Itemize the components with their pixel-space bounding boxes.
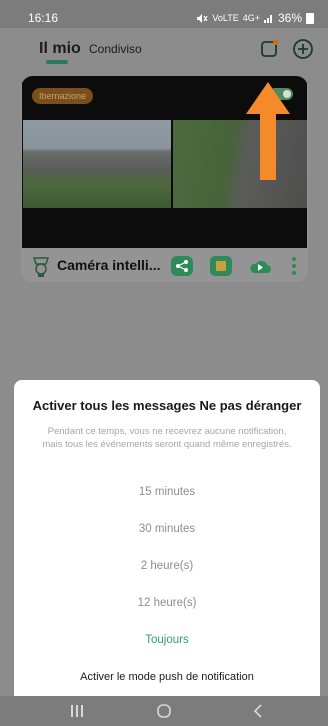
more-icon[interactable] (290, 256, 298, 276)
app-header: Il mio Condiviso (0, 28, 328, 72)
sheet-title: Activer tous les messages Ne pas dérange… (32, 398, 302, 413)
tab-shared[interactable]: Condiviso (89, 42, 142, 56)
card-footer: Caméra intelli... (21, 250, 308, 282)
do-not-disturb-sheet: Activer tous les messages Ne pas dérange… (14, 380, 320, 696)
notification-card-icon[interactable] (257, 36, 283, 62)
option-2-hours[interactable]: 2 heure(s) (14, 560, 320, 572)
annotation-arrow-icon (246, 82, 290, 180)
recent-apps-icon[interactable] (69, 704, 85, 718)
navigation-bar (0, 696, 328, 726)
push-mode-button[interactable]: Activer le mode push de notification (14, 671, 320, 683)
camera-logo-icon (32, 257, 50, 277)
battery-icon (306, 12, 314, 24)
gallery-icon[interactable] (210, 256, 232, 276)
volte-label: VoLTE (212, 13, 239, 23)
status-right: VoLTE 4G+ 36% (196, 11, 314, 25)
mute-icon (197, 13, 208, 23)
option-30-minutes[interactable]: 30 minutes (14, 523, 320, 535)
option-always[interactable]: Toujours (14, 634, 320, 646)
status-badge: Ibernazione (32, 88, 94, 104)
share-icon[interactable] (171, 256, 193, 276)
option-12-hours[interactable]: 12 heure(s) (14, 597, 320, 609)
option-15-minutes[interactable]: 15 minutes (14, 486, 320, 498)
network-type: 4G+ (242, 13, 260, 23)
sheet-description: Pendant ce temps, vous ne recevrez aucun… (42, 426, 292, 450)
cloud-play-icon[interactable] (248, 256, 272, 276)
battery-percent: 36% (277, 11, 302, 25)
tab-indicator (46, 60, 68, 64)
back-icon[interactable] (252, 704, 264, 718)
home-icon[interactable] (156, 704, 172, 718)
signal-icon (263, 15, 272, 23)
tab-mine[interactable]: Il mio (39, 40, 81, 58)
camera-name[interactable]: Caméra intelli... (57, 257, 160, 273)
add-icon[interactable] (290, 36, 316, 62)
status-bar: 16:16 VoLTE 4G+ 36% (0, 0, 328, 28)
status-time: 16:16 (28, 11, 59, 25)
snapshot-left[interactable] (23, 120, 171, 208)
